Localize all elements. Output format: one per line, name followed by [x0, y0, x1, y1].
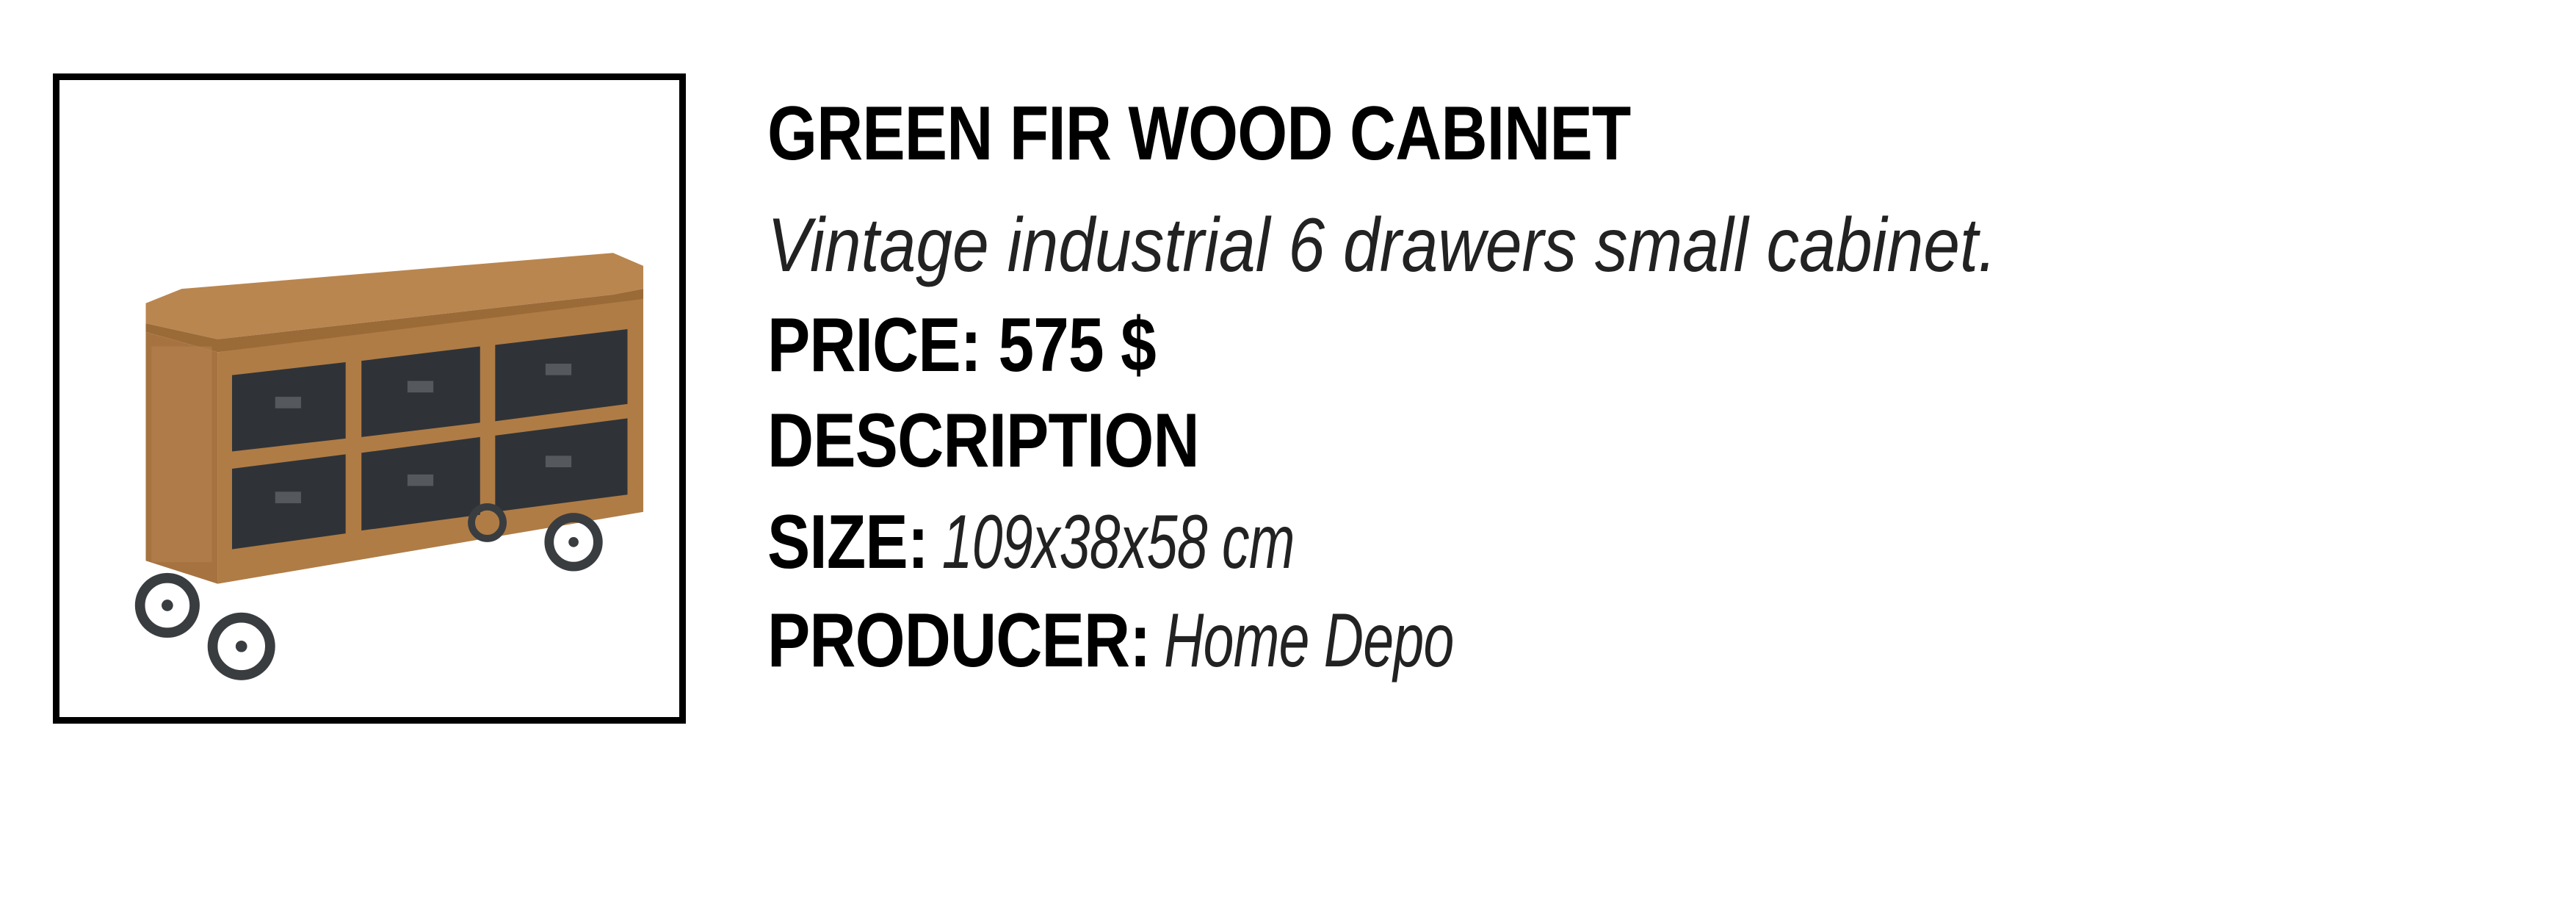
size-row: SIZE: 109x38x58 cm [767, 504, 1352, 580]
product-price: PRICE: 575 $ [767, 303, 1157, 388]
producer-value: Home Depo [1163, 598, 1454, 683]
producer-row: PRODUCER: Home Depo [767, 602, 1501, 679]
product-title: GREEN FIR WOOD CABINET [767, 91, 1631, 176]
cabinet-photo [134, 253, 644, 680]
product-photo-frame [53, 73, 686, 724]
wheel-icon [544, 513, 603, 572]
wheel-icon [134, 572, 200, 638]
size-label: SIZE: [767, 500, 929, 585]
producer-label: PRODUCER: [767, 598, 1151, 683]
description-heading: DESCRIPTION [767, 398, 1200, 483]
product-subtitle: Vintage industrial 6 drawers small cabin… [767, 203, 1997, 288]
wheel-icon [207, 612, 275, 680]
size-value: 109x38x58 cm [941, 500, 1295, 585]
